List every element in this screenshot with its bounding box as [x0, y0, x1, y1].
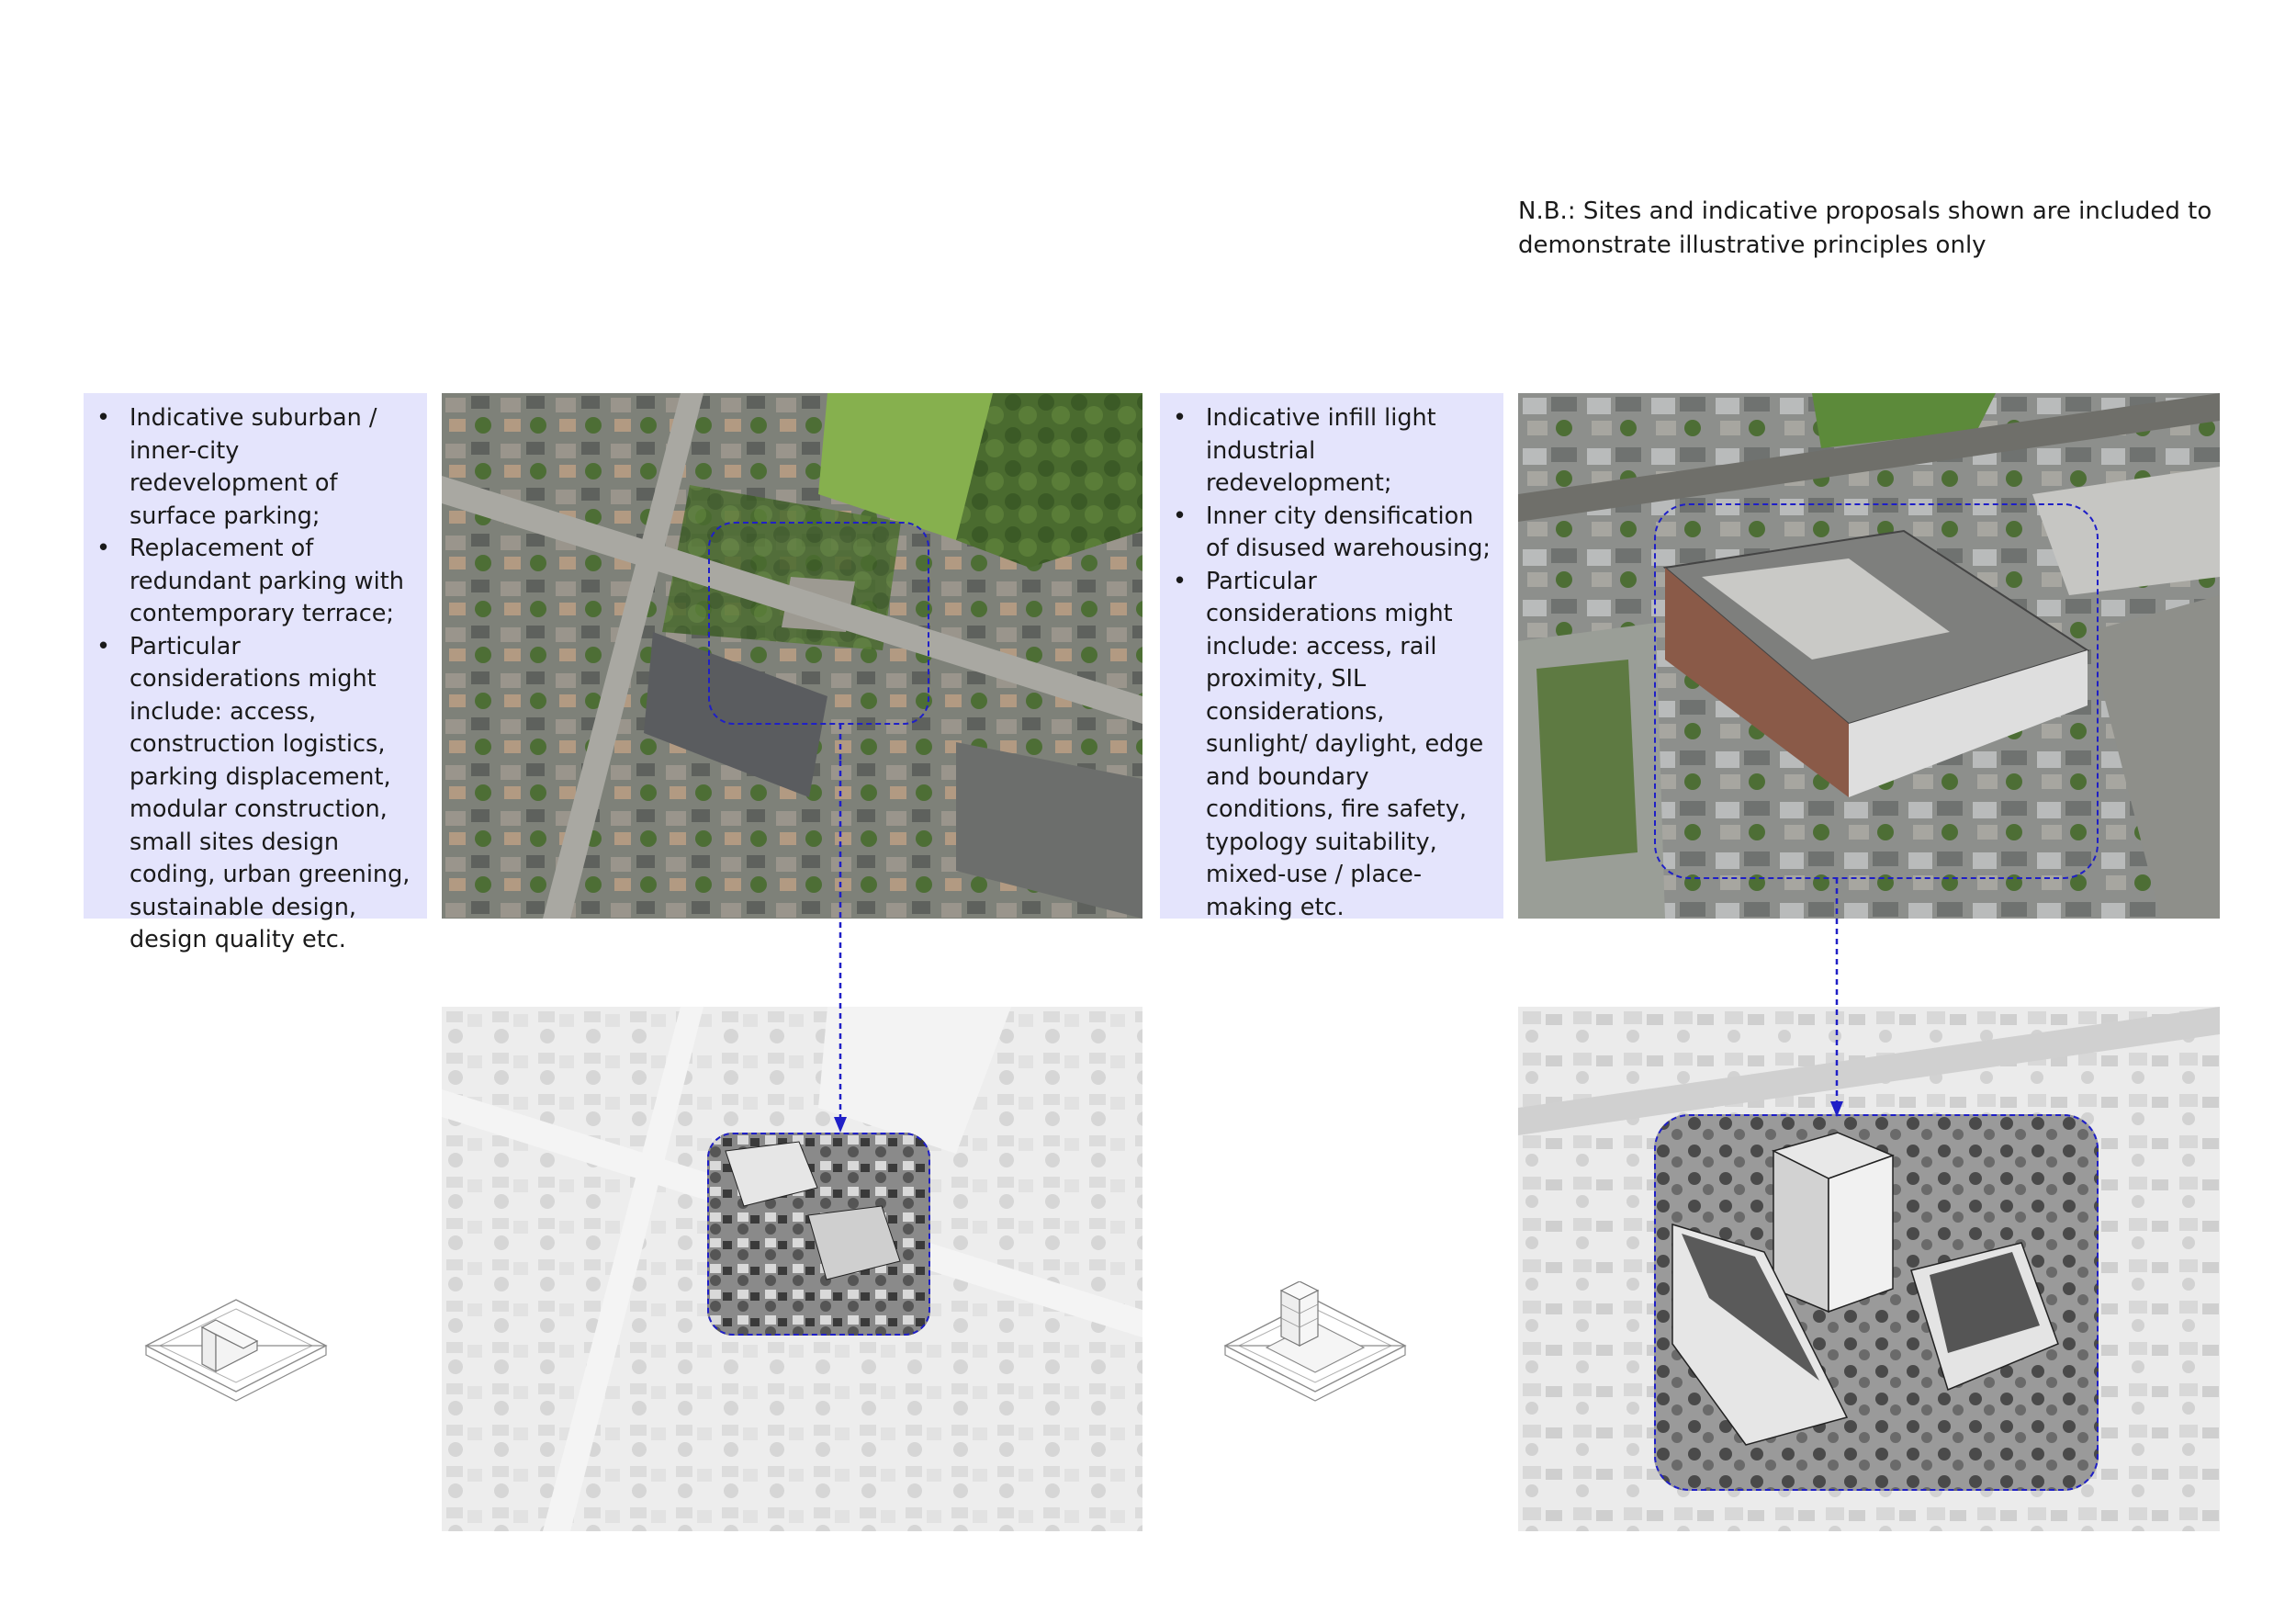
- site-1-bullet-3: Particular considerations might include:…: [96, 631, 414, 957]
- site-1-terrace-icon: [144, 1299, 328, 1402]
- site-2-connector-arrow: [1830, 878, 1843, 1117]
- site-1-description-panel: Indicative suburban / inner-city redevel…: [84, 393, 427, 953]
- site-2-bullet-list: Indicative infill light industrial redev…: [1173, 402, 1491, 924]
- site-2-inset-outline: [1654, 1114, 2099, 1491]
- disclaimer-note: N.B.: Sites and indicative proposals sho…: [1518, 195, 2253, 263]
- site-1-bullet-1: Indicative suburban / inner-city redevel…: [96, 402, 414, 533]
- site-2-bullet-1: Indicative infill light industrial redev…: [1173, 402, 1491, 501]
- site-1-site-outline: [708, 522, 929, 725]
- site-1-bullet-list: Indicative suburban / inner-city redevel…: [96, 402, 414, 957]
- disclaimer-text: N.B.: Sites and indicative proposals sho…: [1518, 197, 2212, 259]
- site-2-bullet-3: Particular considerations might include:…: [1173, 566, 1491, 925]
- site-1-bullet-2: Replacement of redundant parking with co…: [96, 533, 414, 631]
- site-2-site-outline: [1654, 503, 2099, 879]
- site-1-inset-outline: [707, 1133, 930, 1336]
- site-2-description-panel: Indicative infill light industrial redev…: [1160, 393, 1503, 921]
- site-1-connector-arrow: [834, 724, 847, 1133]
- site-2-tower-block-icon: [1223, 1281, 1407, 1402]
- site-2-bullet-2: Inner city densification of disused ware…: [1173, 501, 1491, 566]
